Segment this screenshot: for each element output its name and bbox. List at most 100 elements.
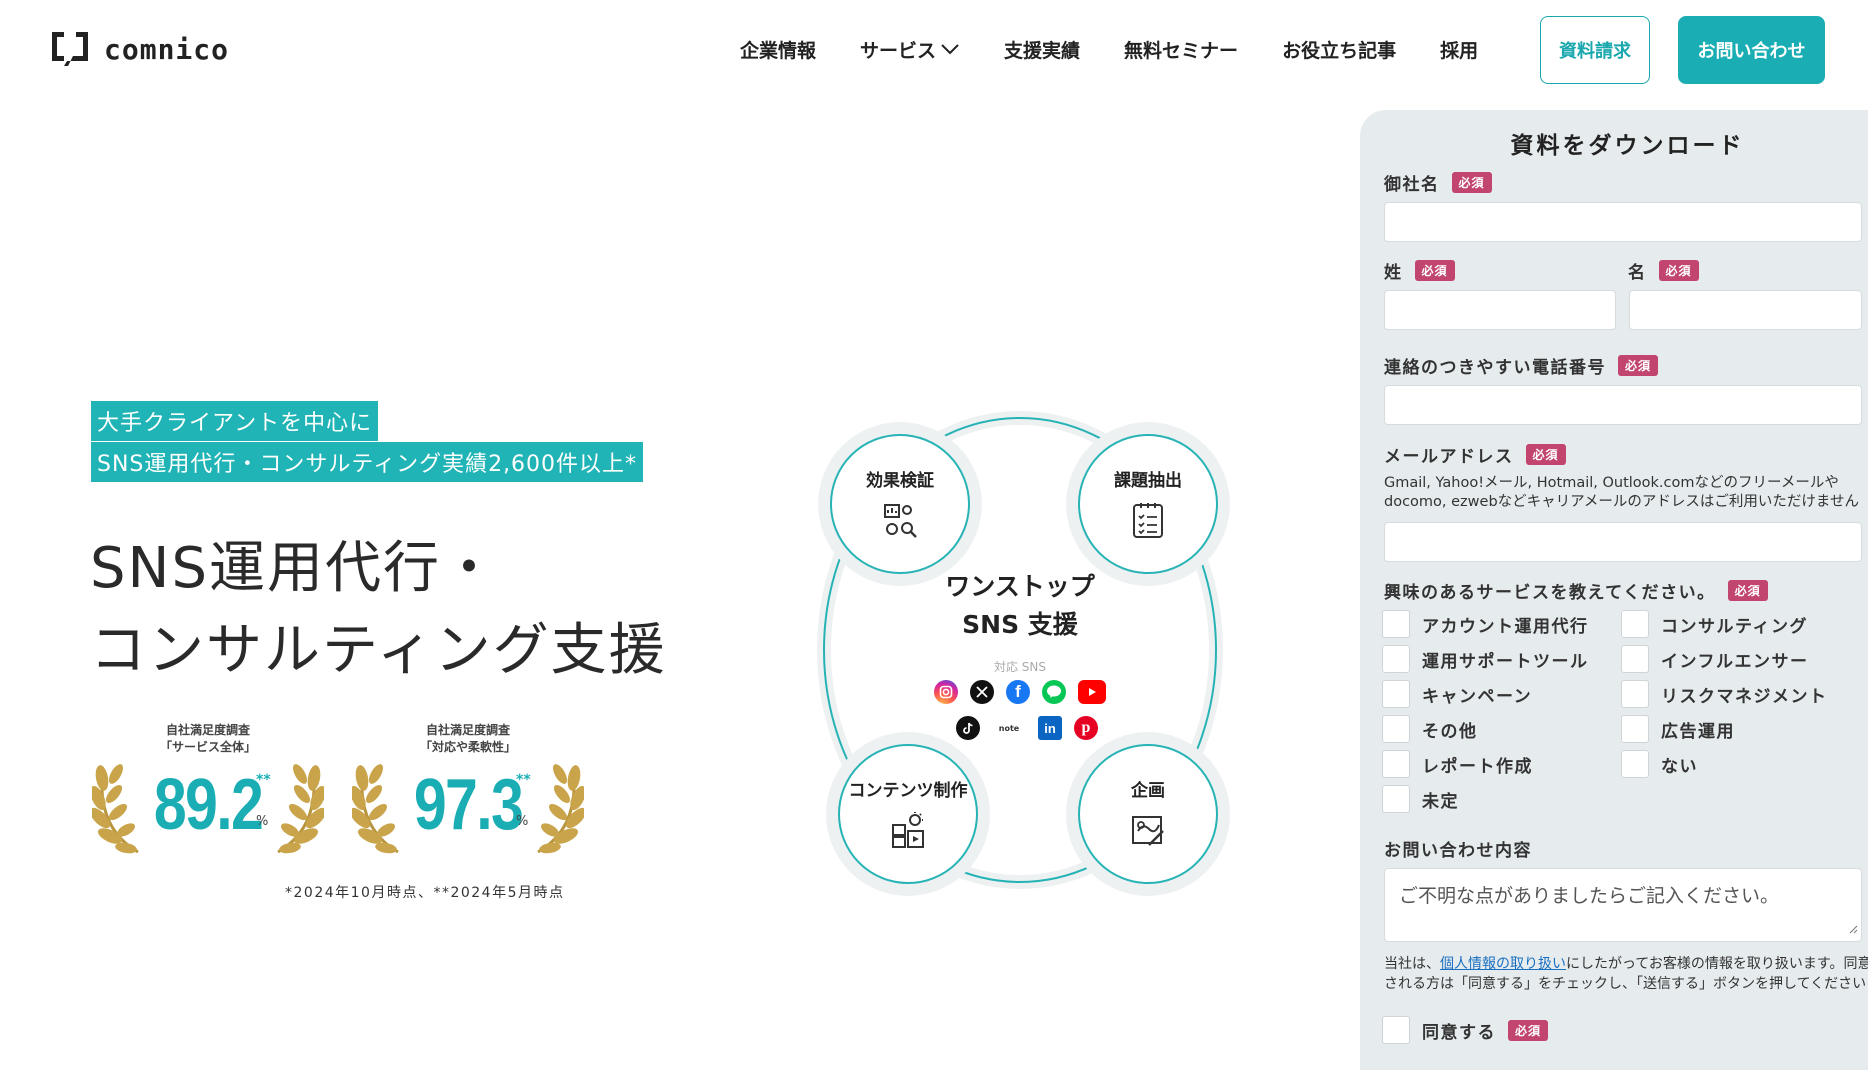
service-checkbox[interactable]: レポート作成 (1382, 750, 1533, 778)
tiktok-icon (956, 716, 980, 740)
email-field[interactable] (1384, 522, 1862, 562)
email-label: メールアドレス 必須 (1384, 442, 1566, 467)
required-badge: 必須 (1508, 1019, 1549, 1041)
logo-text: comnico (104, 32, 230, 66)
sns-icons-row1: f (934, 680, 1106, 704)
chevron-down-icon (940, 39, 960, 61)
pinterest-icon: p (1074, 716, 1098, 740)
main-nav: 企業情報 サービス 支援実績 無料セミナー お役立ち記事 採用 (740, 36, 1522, 63)
service-checkbox[interactable]: キャンペーン (1382, 680, 1532, 708)
badge-value: 97.3 (413, 765, 524, 845)
site-header: comnico 企業情報 サービス 支援実績 無料セミナー お役立ち記事 採用 … (0, 0, 1868, 100)
checkbox-box[interactable] (1382, 750, 1410, 778)
nav-recruit[interactable]: 採用 (1440, 36, 1478, 63)
checkbox-box[interactable] (1382, 645, 1410, 673)
one-stop-diagram: ワンストップ SNS 支援 対応 SNS f note in p 効果検証 課題… (800, 410, 1240, 890)
phone-label: 連絡のつきやすい電話番号 必須 (1384, 353, 1659, 378)
required-badge: 必須 (1525, 444, 1566, 465)
privacy-policy-link[interactable]: 個人情報の取り扱い (1440, 956, 1566, 972)
inquiry-placeholder: ご不明な点がありましたらご記入ください。 (1399, 885, 1780, 907)
badge-footnote: *2024年10月時点、**2024年5月時点 (285, 885, 565, 901)
hero-title-line1: SNS運用代行・ (90, 536, 499, 601)
service-checkbox-label: コンサルティング (1661, 616, 1808, 637)
satisfaction-badge-flexibility: 自社満足度調査 「対応や柔軟性」 97.3 ** % (352, 720, 584, 860)
phone-field[interactable] (1384, 385, 1862, 425)
badge-caption-line2: 「対応や柔軟性」 (419, 740, 516, 754)
service-checkbox[interactable]: リスクマネジメント (1621, 680, 1828, 708)
checkbox-box[interactable] (1621, 715, 1649, 743)
company-field[interactable] (1384, 202, 1862, 242)
nav-cases[interactable]: 支援実績 (1004, 36, 1080, 63)
x-icon (970, 680, 994, 704)
node-effect-verification: 効果検証 (830, 434, 970, 574)
line-icon (1042, 680, 1066, 704)
checkbox-box[interactable] (1382, 785, 1410, 813)
nav-seminar[interactable]: 無料セミナー (1124, 36, 1238, 63)
checkbox-box[interactable] (1621, 750, 1649, 778)
service-checkbox[interactable]: その他 (1382, 715, 1478, 743)
checkbox-box[interactable] (1621, 610, 1649, 638)
badge-unit: % (256, 814, 269, 829)
planning-icon (1129, 811, 1167, 853)
first-name-label-text: 名 (1628, 263, 1647, 283)
badge-caption-line2: 「サービス全体」 (159, 740, 256, 754)
required-badge: 必須 (1727, 580, 1768, 601)
document-request-button[interactable]: 資料請求 (1540, 16, 1650, 84)
checkbox-box[interactable] (1382, 715, 1410, 743)
nav-company[interactable]: 企業情報 (740, 36, 816, 63)
badge-value: 89.2 (153, 765, 264, 845)
service-checkbox[interactable]: 未定 (1382, 785, 1459, 813)
phone-label-text: 連絡のつきやすい電話番号 (1384, 358, 1606, 378)
node-content-production: コンテンツ制作 (838, 744, 978, 884)
required-badge: 必須 (1618, 355, 1659, 376)
inquiry-label: お問い合わせ内容 (1384, 836, 1532, 861)
badge-caption-line1: 自社満足度調査 (165, 723, 250, 737)
contact-button[interactable]: お問い合わせ (1678, 16, 1825, 84)
service-checkbox[interactable]: ない (1621, 750, 1698, 778)
content-production-icon (889, 811, 927, 853)
last-name-field[interactable] (1384, 290, 1616, 330)
agree-checkbox[interactable]: 同意する 必須 (1382, 1016, 1549, 1044)
checkbox-box[interactable] (1382, 610, 1410, 638)
inquiry-textarea[interactable]: ご不明な点がありましたらご記入ください。 (1384, 868, 1862, 942)
checkbox-box[interactable] (1382, 680, 1410, 708)
diagram-center-title: ワンストップ SNS 支援 (800, 568, 1240, 644)
checkbox-box[interactable] (1621, 680, 1649, 708)
form-title: 資料をダウンロード (1510, 133, 1745, 159)
hero-title-line2: コンサルティング支援 (90, 618, 667, 683)
logo[interactable]: comnico (48, 28, 229, 70)
sns-icons-row2: note in p (956, 716, 1098, 740)
first-name-field[interactable] (1629, 290, 1862, 330)
node-issue-extraction: 課題抽出 (1078, 434, 1218, 574)
email-hint: Gmail, Yahoo!メール, Hotmail, Outlook.comなど… (1384, 475, 1859, 510)
service-checkbox[interactable]: 広告運用 (1621, 715, 1735, 743)
privacy-prefix: 当社は、 (1384, 956, 1440, 972)
last-name-label: 姓 必須 (1384, 258, 1455, 283)
service-checkbox[interactable]: コンサルティング (1621, 610, 1808, 638)
nav-service[interactable]: サービス (860, 36, 960, 63)
required-badge: 必須 (1658, 260, 1699, 281)
diagram-center-title-line1: ワンストップ (945, 572, 1095, 601)
nav-articles[interactable]: お役立ち記事 (1282, 36, 1396, 63)
privacy-line2: される方は「同意する」をチェックし、「送信する」ボタンを押してください (1384, 976, 1867, 992)
instagram-icon (934, 680, 958, 704)
company-label-text: 御社名 (1384, 175, 1440, 195)
youtube-icon (1078, 680, 1106, 704)
service-checkbox[interactable]: インフルエンサー (1621, 645, 1809, 673)
hero-tag-line2: SNS運用代行・コンサルティング実績2,600件以上* (91, 442, 644, 482)
checkbox-box[interactable] (1621, 645, 1649, 673)
service-checkbox-label: 未定 (1422, 791, 1459, 812)
hero-title: SNS運用代行・ コンサルティング支援 (90, 528, 667, 692)
badge-asterisks: ** (256, 772, 271, 788)
resize-handle-icon[interactable] (1848, 919, 1858, 938)
checklist-icon (1131, 501, 1165, 543)
checkbox-box[interactable] (1382, 1016, 1410, 1044)
diagram-center-title-line2: SNS 支援 (962, 610, 1078, 639)
hero-tag-line1: 大手クライアントを中心に (91, 401, 379, 441)
service-checkbox-label: リスクマネジメント (1661, 686, 1828, 707)
privacy-suffix: にしたがってお客様の情報を取り扱います。同意 (1566, 956, 1868, 972)
analysis-icon (881, 501, 919, 543)
service-checkbox[interactable]: アカウント運用代行 (1382, 610, 1589, 638)
service-checkbox-label: レポート作成 (1422, 756, 1533, 777)
service-checkbox[interactable]: 運用サポートツール (1382, 645, 1589, 673)
